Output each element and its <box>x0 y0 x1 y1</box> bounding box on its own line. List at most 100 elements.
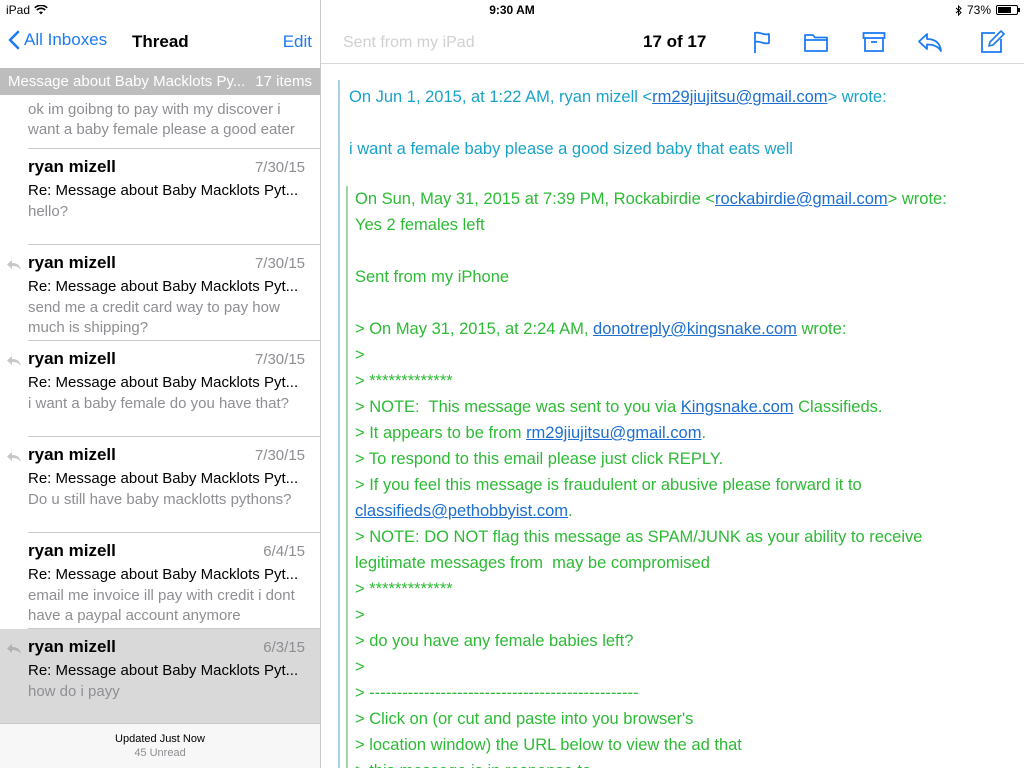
battery-fill <box>998 7 1012 13</box>
quote-line: > It appears to be from rm29jiujitsu@gma… <box>355 420 995 446</box>
list-item[interactable]: ryan mizell 7/30/15 Re: Message about Ba… <box>0 341 320 437</box>
status-bar: iPad 9:30 AM 73% <box>0 0 1024 20</box>
message-date: 6/3/15 <box>263 639 305 656</box>
message-sender: ryan mizell <box>28 541 116 560</box>
scrolled-content-ghost: Sent from my iPad <box>343 34 475 51</box>
email-link[interactable]: rm29jiujitsu@gmail.com <box>652 88 827 106</box>
quote-line: Sent from my iPhone <box>355 268 510 286</box>
quote-line: > On May 31, 2015, at 2:24 AM, donotrepl… <box>355 316 995 342</box>
quote-line: > this message is in response to <box>355 758 995 768</box>
message-date: 7/30/15 <box>254 351 305 368</box>
quote-bar-level-1 <box>338 80 340 768</box>
message-list[interactable]: ok im goibng to pay with my discover i w… <box>0 95 320 723</box>
list-footer: Updated Just Now 45 Unread <box>0 723 320 768</box>
list-item-selected[interactable]: ryan mizell 6/3/15 Re: Message about Bab… <box>0 629 320 723</box>
message-date: 7/30/15 <box>254 159 305 176</box>
quote-text: . <box>701 424 707 442</box>
quote-text: . <box>568 502 573 520</box>
back-label: All Inboxes <box>24 30 108 49</box>
message-preview: i want a baby female do you have that? <box>28 395 290 412</box>
left-nav-bar: All Inboxes Thread Edit <box>0 20 320 64</box>
partial-message-preview: ok im goibng to pay with my discover i w… <box>28 101 295 138</box>
battery-percent: 73% <box>966 3 991 17</box>
message-sender: ryan mizell <box>28 637 116 656</box>
status-right: 73% <box>955 3 1020 17</box>
thread-title: Thread <box>132 32 189 51</box>
thread-item-count: 17 items <box>255 73 312 90</box>
quote-line: > location window) the URL below to view… <box>355 736 742 754</box>
quote-header-text: > wrote: <box>827 88 887 106</box>
quote-line: > If you feel this message is fraudulent… <box>355 476 862 494</box>
quote-line: > ************* <box>355 372 453 390</box>
edit-button[interactable]: Edit <box>283 32 312 52</box>
quote-header-text: > wrote: <box>887 190 947 208</box>
quote-header: On Jun 1, 2015, at 1:22 AM, ryan mizell … <box>349 84 1009 110</box>
message-date: 7/30/15 <box>254 255 305 272</box>
message-date: 7/30/15 <box>254 447 305 464</box>
chevron-left-icon <box>8 30 20 50</box>
message-sender: ryan mizell <box>28 349 116 368</box>
email-link[interactable]: donotreply@kingsnake.com <box>593 320 797 338</box>
flag-icon[interactable] <box>749 29 775 55</box>
web-link[interactable]: Kingsnake.com <box>681 398 794 416</box>
back-to-inboxes-button[interactable]: All Inboxes <box>8 30 107 50</box>
quote-text: > It appears to be from <box>355 424 527 442</box>
email-link[interactable]: classifieds@pethobbyist.com <box>355 502 568 520</box>
list-item[interactable]: ryan mizell 6/4/15 Re: Message about Bab… <box>0 533 320 629</box>
message-sender: ryan mizell <box>28 445 116 464</box>
thread-subject: Message about Baby Macklots Py... <box>8 73 246 90</box>
message-preview: send me a credit card way to pay how muc… <box>28 299 280 336</box>
quote-line: > do you have any female babies left? <box>355 632 634 650</box>
quote-line: > <box>355 346 365 364</box>
message-counter: 17 of 17 <box>643 32 707 51</box>
quote-body: i want a female baby please a good sized… <box>349 140 793 158</box>
unread-count: 45 Unread <box>134 747 186 759</box>
quote-bar-level-2 <box>346 186 348 768</box>
email-link[interactable]: rm29jiujitsu@gmail.com <box>526 424 701 442</box>
list-item[interactable]: ryan mizell 7/30/15 Re: Message about Ba… <box>0 149 320 245</box>
quote-text: wrote: <box>796 320 847 338</box>
quote-line: classifieds@pethobbyist.com. <box>355 498 995 524</box>
quote-line: > --------------------------------------… <box>355 684 639 702</box>
message-detail-pane: Sent from my iPad 17 of 17 On Jun 1, 201… <box>321 0 1024 768</box>
thread-header[interactable]: Message about Baby Macklots Py... 17 ite… <box>0 68 320 95</box>
archive-icon[interactable] <box>861 29 887 55</box>
quote-header-text: On Sun, May 31, 2015 at 7:39 PM, Rockabi… <box>355 190 715 208</box>
quote-line: > To respond to this email please just c… <box>355 450 724 468</box>
email-link[interactable]: rockabirdie@gmail.com <box>715 190 888 208</box>
message-preview: Do u still have baby macklotts pythons? <box>28 491 292 508</box>
quote-line: > NOTE: This message was sent to you via… <box>355 394 995 420</box>
replied-icon <box>7 452 21 462</box>
quote-header: On Sun, May 31, 2015 at 7:39 PM, Rockabi… <box>355 186 995 212</box>
list-item[interactable]: ryan mizell 7/30/15 Re: Message about Ba… <box>0 245 320 341</box>
message-toolbar: Sent from my iPad 17 of 17 <box>321 20 1024 64</box>
message-preview: how do i payy <box>28 683 120 700</box>
message-subject: Re: Message about Baby Macklots Pyt... <box>28 662 299 679</box>
quoted-message-level-1: On Jun 1, 2015, at 1:22 AM, ryan mizell … <box>349 84 1009 162</box>
replied-icon <box>7 260 21 270</box>
message-subject: Re: Message about Baby Macklots Pyt... <box>28 470 299 487</box>
message-sender: ryan mizell <box>28 157 116 176</box>
list-item[interactable]: ryan mizell 7/30/15 Re: Message about Ba… <box>0 437 320 533</box>
replied-icon <box>7 644 21 654</box>
compose-icon[interactable] <box>979 29 1005 55</box>
bluetooth-icon <box>955 4 962 16</box>
folder-icon[interactable] <box>803 29 829 55</box>
quoted-message-level-2: On Sun, May 31, 2015 at 7:39 PM, Rockabi… <box>355 186 995 768</box>
battery-icon <box>996 5 1020 15</box>
message-preview: email me invoice ill pay with credit i d… <box>28 587 295 624</box>
message-preview: hello? <box>28 203 69 220</box>
reply-icon[interactable] <box>917 29 943 55</box>
status-time: 9:30 AM <box>489 3 535 17</box>
quote-line: > <box>355 606 365 624</box>
replied-icon <box>7 356 21 366</box>
message-sender: ryan mizell <box>28 253 116 272</box>
quote-line: Yes 2 females left <box>355 216 485 234</box>
quote-line: > ************* <box>355 580 453 598</box>
quote-line: > Click on (or cut and paste into you br… <box>355 710 694 728</box>
quote-text: > On May 31, 2015, at 2:24 AM, <box>355 320 594 338</box>
quote-line: > <box>355 658 365 676</box>
quote-text: Classifieds. <box>793 398 883 416</box>
